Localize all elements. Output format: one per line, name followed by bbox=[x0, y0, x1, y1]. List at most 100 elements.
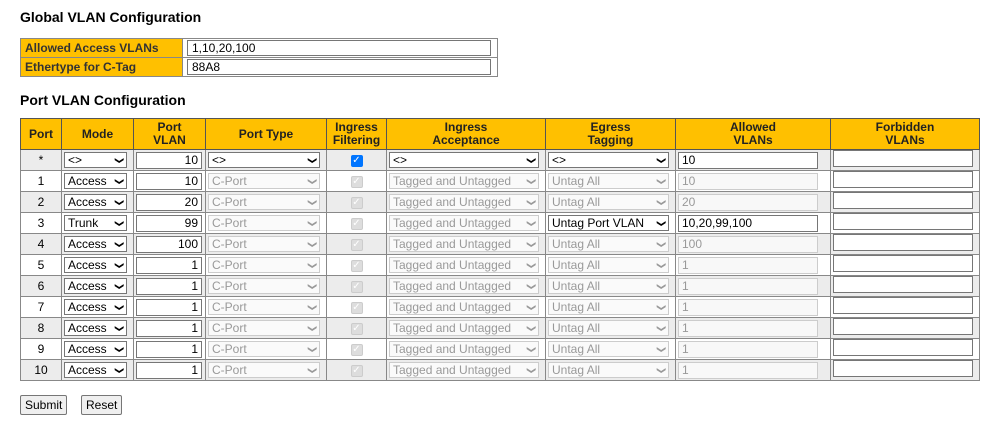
reset-button[interactable]: Reset bbox=[81, 395, 123, 415]
egress-tagging-select[interactable]: Untag All ❮ bbox=[548, 278, 669, 294]
ingress-acceptance-select[interactable]: Tagged and Untagged ❮ bbox=[389, 320, 539, 336]
port-vlan-input[interactable]: 1 bbox=[136, 361, 202, 379]
forbidden-vlans-input[interactable] bbox=[833, 297, 973, 314]
mode-select[interactable]: <> ❮ bbox=[64, 152, 127, 168]
egress-tagging-select[interactable]: Untag All ❮ bbox=[548, 173, 669, 189]
ingress-filtering-checkbox[interactable]: ✓ bbox=[350, 259, 363, 272]
egress-tagging-select[interactable]: Untag All ❮ bbox=[548, 362, 669, 378]
egress-tagging-select[interactable]: Untag All ❮ bbox=[548, 299, 669, 315]
forbidden-vlans-input[interactable] bbox=[833, 234, 973, 251]
ingress-filtering-checkbox[interactable]: ✓ bbox=[350, 280, 363, 293]
egress-tagging-select[interactable]: Untag All ❮ bbox=[548, 236, 669, 252]
forbidden-vlans-input[interactable] bbox=[833, 150, 973, 167]
chevron-down-icon: ❮ bbox=[113, 303, 124, 311]
port-type-select[interactable]: C-Port ❮ bbox=[208, 236, 320, 252]
submit-button[interactable]: Submit bbox=[20, 395, 68, 415]
forbidden-vlans-input[interactable] bbox=[833, 339, 973, 356]
ingress-filtering-checkbox[interactable]: ✓ bbox=[350, 343, 363, 356]
ingress-filtering-checkbox[interactable]: ✓ bbox=[350, 322, 363, 335]
header-allowed-vlans: Allowed VLANs bbox=[675, 118, 831, 150]
port-vlan-input[interactable]: 1 bbox=[136, 340, 202, 358]
allowed-vlans-input[interactable]: 100 bbox=[678, 235, 818, 253]
mode-select[interactable]: Access ❮ bbox=[64, 236, 127, 252]
port-type-select[interactable]: C-Port ❮ bbox=[208, 215, 320, 231]
ingress-acceptance-select[interactable]: Tagged and Untagged ❮ bbox=[389, 215, 539, 231]
port-type-select[interactable]: C-Port ❮ bbox=[208, 173, 320, 189]
ingress-filtering-checkbox[interactable]: ✓ bbox=[350, 364, 363, 377]
ingress-acceptance-select[interactable]: Tagged and Untagged ❮ bbox=[389, 173, 539, 189]
allowed-access-vlans-input[interactable] bbox=[187, 40, 491, 56]
mode-select[interactable]: Access ❮ bbox=[64, 173, 127, 189]
port-type-select[interactable]: C-Port ❮ bbox=[208, 341, 320, 357]
forbidden-vlans-input[interactable] bbox=[833, 255, 973, 272]
port-type-select[interactable]: C-Port ❮ bbox=[208, 362, 320, 378]
egress-tagging-select[interactable]: Untag Port VLAN ❮ bbox=[548, 215, 669, 231]
mode-select[interactable]: Access ❮ bbox=[64, 257, 127, 273]
ingress-acceptance-select[interactable]: Tagged and Untagged ❮ bbox=[389, 257, 539, 273]
allowed-vlans-input[interactable]: 1 bbox=[678, 277, 818, 295]
ingress-filtering-checkbox[interactable]: ✓ bbox=[350, 154, 363, 167]
port-vlan-input[interactable]: 99 bbox=[136, 214, 202, 232]
table-row: 1 Access ❮ 10 C-Port ❮ ✓ Tagged and Untagged ❮ Un… bbox=[20, 170, 980, 192]
ingress-filtering-checkbox[interactable]: ✓ bbox=[350, 217, 363, 230]
forbidden-vlans-input[interactable] bbox=[833, 213, 973, 230]
mode-select[interactable]: Access ❮ bbox=[64, 320, 127, 336]
forbidden-vlans-input[interactable] bbox=[833, 171, 973, 188]
port-type-select[interactable]: C-Port ❮ bbox=[208, 194, 320, 210]
ingress-acceptance-select[interactable]: Tagged and Untagged ❮ bbox=[389, 236, 539, 252]
allowed-vlans-input[interactable]: 20 bbox=[678, 193, 818, 211]
ingress-acceptance-select[interactable]: Tagged and Untagged ❮ bbox=[389, 299, 539, 315]
forbidden-vlans-input[interactable] bbox=[833, 192, 973, 209]
port-type-select[interactable]: C-Port ❮ bbox=[208, 320, 320, 336]
port-vlan-input[interactable]: 1 bbox=[136, 319, 202, 337]
ingress-filtering-checkbox[interactable]: ✓ bbox=[350, 175, 363, 188]
egress-tagging-select[interactable]: Untag All ❮ bbox=[548, 257, 669, 273]
mode-select[interactable]: Access ❮ bbox=[64, 362, 127, 378]
chevron-down-icon: ❮ bbox=[655, 219, 666, 227]
egress-tagging-select[interactable]: Untag All ❮ bbox=[548, 320, 669, 336]
port-type-select[interactable]: <> ❮ bbox=[208, 152, 320, 168]
allowed-vlans-input[interactable]: 1 bbox=[678, 340, 818, 358]
port-vlan-input[interactable]: 10 bbox=[136, 172, 202, 190]
ingress-acceptance-select[interactable]: Tagged and Untagged ❮ bbox=[389, 194, 539, 210]
allowed-vlans-input[interactable]: 1 bbox=[678, 361, 818, 379]
ingress-acceptance-select[interactable]: <> ❮ bbox=[389, 152, 539, 168]
port-type-select[interactable]: C-Port ❮ bbox=[208, 299, 320, 315]
ingress-acceptance-select[interactable]: Tagged and Untagged ❮ bbox=[389, 362, 539, 378]
allowed-vlans-input[interactable]: 1 bbox=[678, 256, 818, 274]
mode-select[interactable]: Access ❮ bbox=[64, 194, 127, 210]
ingress-filtering-checkbox[interactable]: ✓ bbox=[350, 301, 363, 314]
ethertype-input[interactable] bbox=[187, 59, 491, 75]
mode-select[interactable]: Trunk ❮ bbox=[64, 215, 127, 231]
port-number: 8 bbox=[20, 317, 62, 339]
forbidden-vlans-input[interactable] bbox=[833, 276, 973, 293]
allowed-vlans-input[interactable]: 1 bbox=[678, 319, 818, 337]
port-vlan-input[interactable]: 20 bbox=[136, 193, 202, 211]
mode-select[interactable]: Access ❮ bbox=[64, 341, 127, 357]
port-vlan-input[interactable]: 100 bbox=[136, 235, 202, 253]
egress-tagging-select[interactable]: Untag All ❮ bbox=[548, 194, 669, 210]
allowed-vlans-input[interactable]: 10,20,99,100 bbox=[678, 214, 818, 232]
allowed-vlans-input[interactable]: 10 bbox=[678, 151, 818, 169]
port-vlan-input[interactable]: 1 bbox=[136, 277, 202, 295]
port-type-select[interactable]: C-Port ❮ bbox=[208, 257, 320, 273]
port-type-select[interactable]: C-Port ❮ bbox=[208, 278, 320, 294]
forbidden-vlans-input[interactable] bbox=[833, 360, 973, 377]
port-vlan-input[interactable]: 10 bbox=[136, 151, 202, 169]
chevron-down-icon: ❮ bbox=[113, 324, 124, 332]
header-forbidden-vlans: Forbidden VLANs bbox=[830, 118, 980, 150]
mode-select[interactable]: Access ❮ bbox=[64, 299, 127, 315]
allowed-vlans-input[interactable]: 1 bbox=[678, 298, 818, 316]
ingress-acceptance-select[interactable]: Tagged and Untagged ❮ bbox=[389, 278, 539, 294]
egress-tagging-select[interactable]: Untag All ❮ bbox=[548, 341, 669, 357]
port-vlan-input[interactable]: 1 bbox=[136, 298, 202, 316]
chevron-down-icon: ❮ bbox=[306, 261, 317, 269]
egress-tagging-select[interactable]: <> ❮ bbox=[548, 152, 669, 168]
allowed-vlans-input[interactable]: 10 bbox=[678, 172, 818, 190]
forbidden-vlans-input[interactable] bbox=[833, 318, 973, 335]
port-vlan-input[interactable]: 1 bbox=[136, 256, 202, 274]
ingress-acceptance-select[interactable]: Tagged and Untagged ❮ bbox=[389, 341, 539, 357]
ingress-filtering-checkbox[interactable]: ✓ bbox=[350, 196, 363, 209]
mode-select[interactable]: Access ❮ bbox=[64, 278, 127, 294]
ingress-filtering-checkbox[interactable]: ✓ bbox=[350, 238, 363, 251]
